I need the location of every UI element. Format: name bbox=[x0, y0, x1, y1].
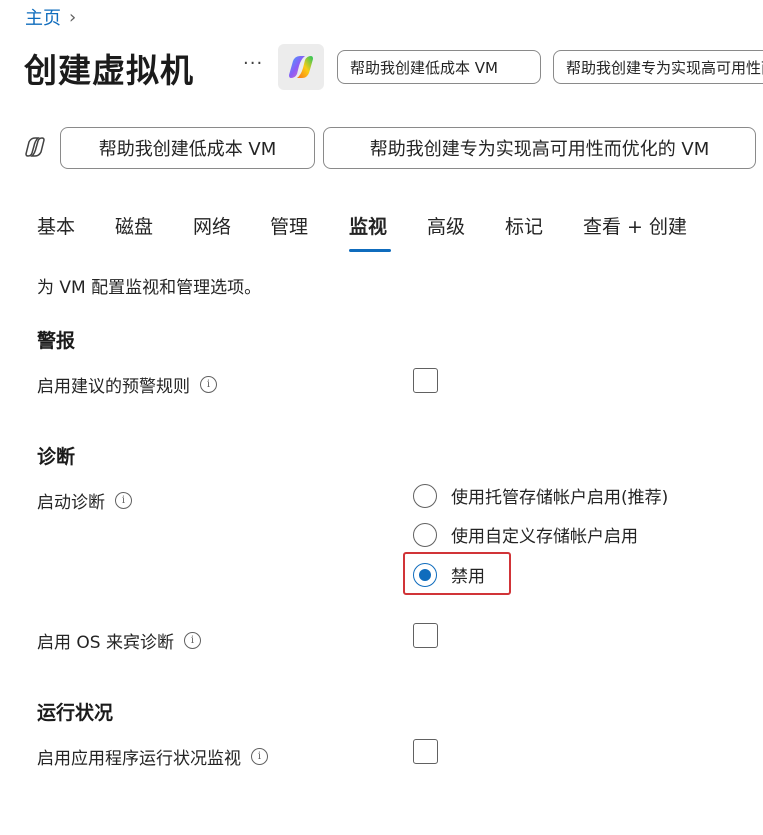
tab-description: 为 VM 配置监视和管理选项。 bbox=[37, 278, 262, 298]
field-label-alert-rules: 启用建议的预警规则 i bbox=[37, 372, 217, 397]
tab-management[interactable]: 管理 bbox=[270, 212, 308, 239]
page-title: 创建虚拟机 bbox=[24, 51, 194, 90]
info-icon[interactable]: i bbox=[200, 376, 217, 393]
health-monitoring-checkbox[interactable] bbox=[413, 739, 438, 764]
tab-basics[interactable]: 基本 bbox=[37, 212, 75, 239]
suggestion-button-low-cost[interactable]: 帮助我创建低成本 VM bbox=[60, 127, 315, 169]
radio-button[interactable] bbox=[413, 483, 437, 508]
info-icon[interactable]: i bbox=[251, 748, 268, 765]
chevron-right-icon: › bbox=[69, 6, 77, 28]
radio-button[interactable] bbox=[413, 522, 437, 547]
field-label-health-monitoring: 启用应用程序运行状况监视 i bbox=[37, 744, 268, 769]
field-label-guest-os-diagnostics: 启用 OS 来宾诊断 i bbox=[37, 628, 201, 653]
field-label-health-monitoring-text: 启用应用程序运行状况监视 bbox=[37, 749, 241, 769]
alert-rules-checkbox[interactable] bbox=[413, 368, 438, 393]
section-heading-health: 运行状况 bbox=[37, 702, 114, 724]
active-tab-indicator bbox=[349, 249, 391, 252]
breadcrumb-home-link[interactable]: 主页 bbox=[25, 4, 61, 30]
info-icon[interactable]: i bbox=[115, 492, 132, 509]
radio-option-managed-storage[interactable]: 使用托管存储帐户启用(推荐) bbox=[413, 483, 668, 508]
page: 主页 › 创建虚拟机 ··· 帮助我创建低成本 VM 帮助我创建专为实现高可用性… bbox=[0, 0, 763, 835]
breadcrumb: 主页 › bbox=[25, 4, 76, 30]
tab-disks[interactable]: 磁盘 bbox=[115, 212, 153, 239]
field-label-guest-os-diagnostics-text: 启用 OS 来宾诊断 bbox=[37, 633, 174, 653]
field-label-boot-diagnostics: 启动诊断 i bbox=[37, 488, 132, 513]
info-icon[interactable]: i bbox=[183, 632, 201, 649]
tab-monitoring[interactable]: 监视 bbox=[349, 212, 387, 239]
more-options-button[interactable]: ··· bbox=[243, 53, 263, 74]
field-label-alert-rules-text: 启用建议的预警规则 bbox=[37, 377, 190, 397]
suggestion-pill-high-availability[interactable]: 帮助我创建专为实现高可用性而优化的 VM bbox=[553, 50, 763, 84]
highlight-box bbox=[403, 552, 511, 595]
tab-networking[interactable]: 网络 bbox=[193, 212, 231, 239]
tab-review-create[interactable]: 查看 + 创建 bbox=[583, 212, 687, 239]
suggestion-pill-low-cost[interactable]: 帮助我创建低成本 VM bbox=[337, 50, 541, 84]
radio-label: 使用自定义存储帐户启用 bbox=[451, 527, 638, 547]
suggestion-button-high-availability[interactable]: 帮助我创建专为实现高可用性而优化的 VM bbox=[323, 127, 756, 169]
tab-advanced[interactable]: 高级 bbox=[427, 212, 465, 239]
guest-os-diagnostics-checkbox[interactable] bbox=[413, 623, 438, 648]
copilot-outline-icon bbox=[24, 136, 46, 163]
field-label-boot-diagnostics-text: 启动诊断 bbox=[37, 493, 105, 513]
radio-label: 使用托管存储帐户启用(推荐) bbox=[451, 488, 669, 508]
section-heading-diagnostics: 诊断 bbox=[37, 446, 76, 468]
radio-option-custom-storage[interactable]: 使用自定义存储帐户启用 bbox=[413, 522, 638, 547]
section-heading-alerts: 警报 bbox=[37, 330, 76, 352]
copilot-icon[interactable] bbox=[278, 44, 324, 90]
tab-tags[interactable]: 标记 bbox=[505, 212, 543, 239]
